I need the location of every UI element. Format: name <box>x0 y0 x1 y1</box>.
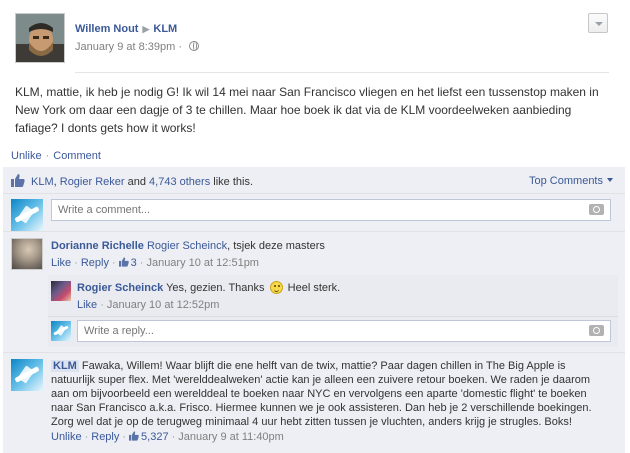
reply-text-after: Heel sterk. <box>287 282 341 294</box>
comment-meta: Unlike · Reply · 5,327 · January 9 at 11:40pm <box>51 431 284 443</box>
reply-author-avatar[interactable] <box>51 281 71 301</box>
thumbs-up-icon <box>118 257 129 267</box>
comment-text: , tsjek deze masters <box>227 240 325 252</box>
current-user-avatar-small <box>51 321 71 341</box>
post-options-chevron-down-icon[interactable] <box>588 13 608 33</box>
reply-link[interactable]: Reply <box>91 431 119 443</box>
liker-klm-link[interactable]: KLM <box>31 176 54 188</box>
author-name-link[interactable]: Willem Nout <box>75 23 138 35</box>
write-reply-input[interactable] <box>77 320 611 342</box>
camera-icon[interactable] <box>589 325 604 336</box>
post-message: KLM, mattie, ik heb je nodig G! Ik wil 1… <box>15 85 599 135</box>
commenter-avatar[interactable] <box>11 238 43 270</box>
author-avatar[interactable] <box>15 13 65 63</box>
current-user-avatar <box>11 199 43 231</box>
mention-link[interactable]: Rogier Scheinck <box>147 240 227 252</box>
comment-meta: Like · Reply · 3 · January 10 at 12:51pm <box>51 257 259 269</box>
thumbs-up-icon <box>129 431 139 441</box>
likes-others-link[interactable]: 4,743 others <box>149 176 210 188</box>
like-link[interactable]: Like <box>51 257 71 269</box>
actions-separator: · <box>45 150 50 162</box>
likes-count-value: 5,327 <box>141 431 169 443</box>
top-comments-dropdown[interactable]: Top Comments <box>529 175 613 187</box>
reply-link[interactable]: Reply <box>81 257 109 269</box>
post-meta: January 9 at 8:39pm · <box>75 41 200 53</box>
comment-body: Dorianne Richelle Rogier Scheinck, tsjek… <box>51 239 611 253</box>
post-header-names: Willem Nout ▶ KLM <box>75 23 177 35</box>
klm-avatar[interactable] <box>11 359 43 391</box>
reply-timestamp[interactable]: January 10 at 12:52pm <box>107 299 220 311</box>
smiley-icon <box>269 281 283 294</box>
divider <box>75 72 609 73</box>
likes-suffix: like this. <box>213 176 254 188</box>
comment-timestamp[interactable]: January 9 at 11:40pm <box>178 431 284 443</box>
comment-text: Fawaka, Willem! Waar blijft die ene helf… <box>51 360 592 428</box>
likes-count-value: 3 <box>130 257 137 269</box>
unlike-link[interactable]: Unlike <box>11 150 42 162</box>
likes-comma: , <box>53 176 57 188</box>
unlike-link[interactable]: Unlike <box>51 431 82 443</box>
post-timestamp[interactable]: January 9 at 8:39pm <box>75 41 175 53</box>
comment-link[interactable]: Comment <box>53 150 101 162</box>
reply-text-before: Yes, gezien. Thanks <box>166 282 265 294</box>
write-comment-input[interactable] <box>51 199 611 221</box>
comment-body: KLM Fawaka, Willem! Waar blijft die ene … <box>51 359 611 429</box>
meta-separator: · <box>178 41 183 53</box>
globe-icon[interactable] <box>189 41 200 51</box>
thumbs-up-icon <box>11 174 25 187</box>
comment-likes-count[interactable]: 5,327 <box>129 431 169 443</box>
target-page-link[interactable]: KLM <box>153 23 177 35</box>
like-link[interactable]: Like <box>77 299 97 311</box>
camera-icon[interactable] <box>589 204 604 215</box>
caret-down-icon <box>607 178 613 182</box>
reply-author-link[interactable]: Rogier Scheinck <box>77 282 163 294</box>
reply-meta: Like · January 10 at 12:52pm <box>77 299 220 311</box>
likes-sentence: KLM, Rogier Reker and 4,743 others like … <box>11 174 619 192</box>
divider <box>3 193 625 194</box>
arrow-right-icon: ▶ <box>142 24 150 34</box>
divider <box>48 316 618 317</box>
comment-timestamp[interactable]: January 10 at 12:51pm <box>146 257 259 269</box>
comment-likes-count[interactable]: 3 <box>118 257 137 269</box>
divider <box>3 352 625 353</box>
comment-author-link[interactable]: KLM <box>51 360 79 372</box>
divider <box>3 231 625 232</box>
comment-author-link[interactable]: Dorianne Richelle <box>51 240 144 252</box>
post-actions: Unlike · Comment <box>11 150 101 162</box>
top-comments-label: Top Comments <box>529 175 603 187</box>
reply-body: Rogier Scheinck Yes, gezien. Thanks Heel… <box>77 281 340 295</box>
likes-and: and <box>127 176 146 188</box>
liker-rogier-link[interactable]: Rogier Reker <box>60 176 125 188</box>
